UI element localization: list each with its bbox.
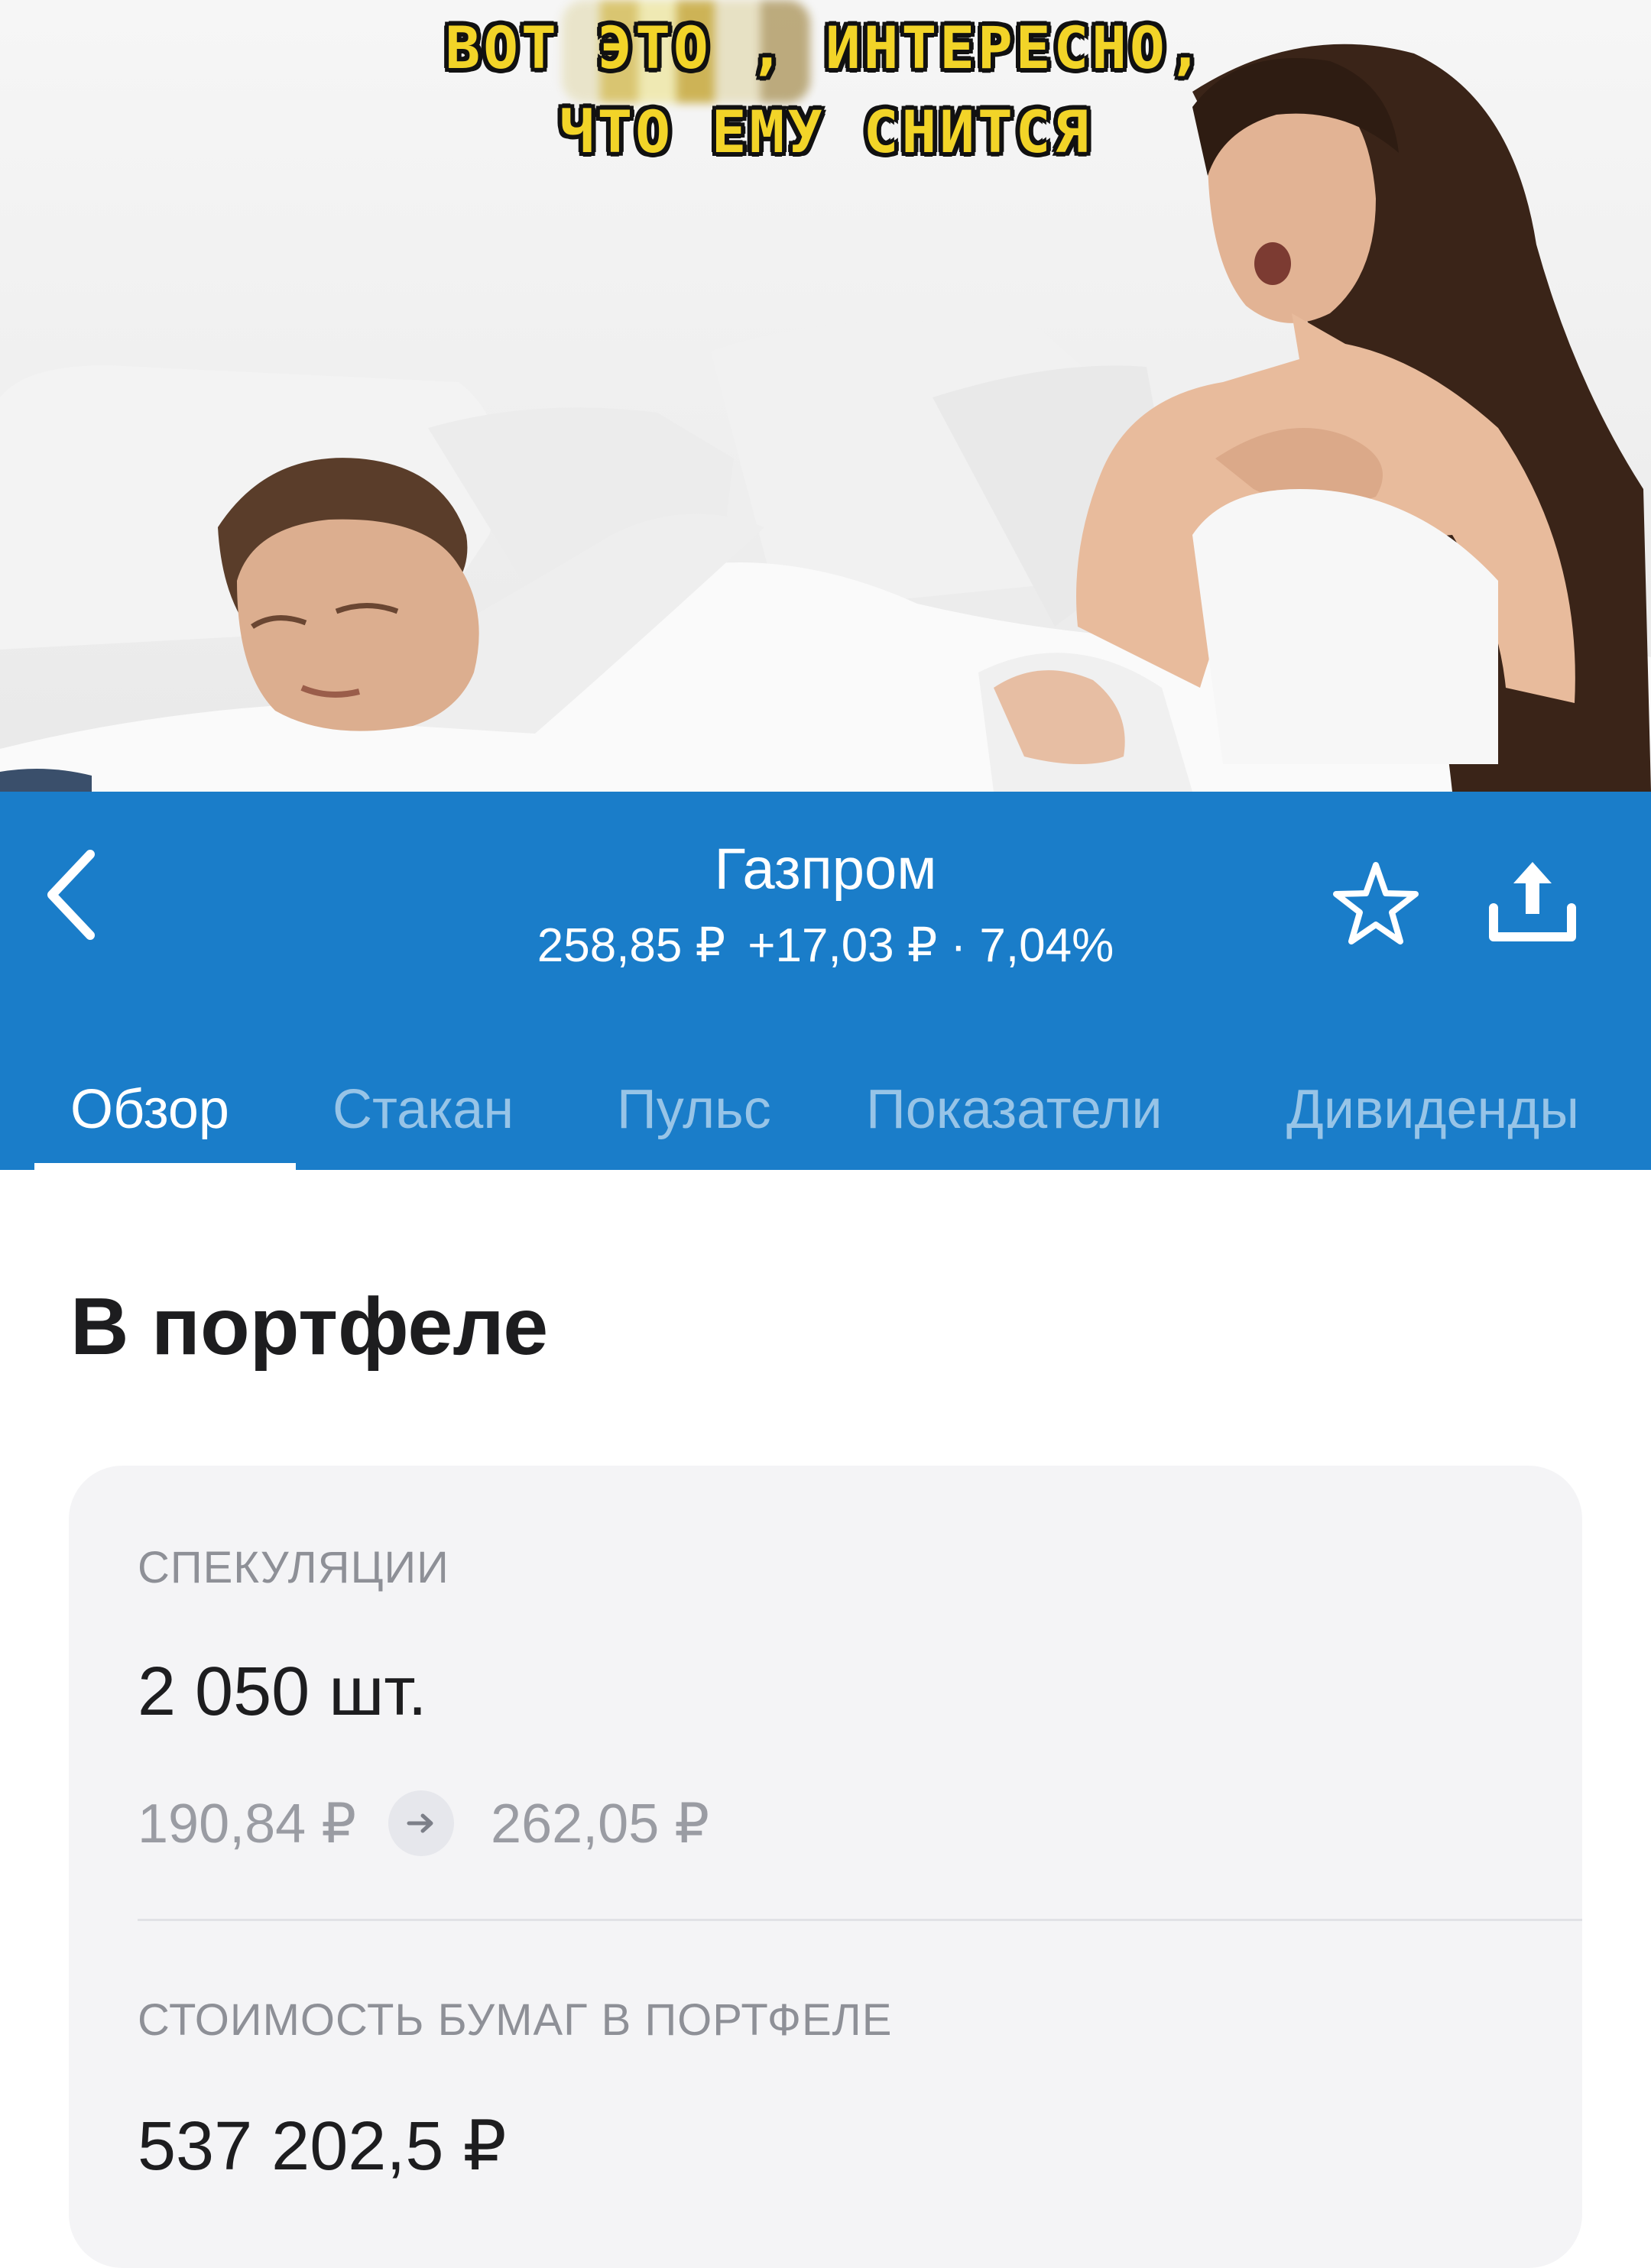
tab-overview[interactable]: Обзор (70, 1078, 229, 1141)
portfolio-section-title: В портфеле (70, 1281, 549, 1372)
tab-indicators[interactable]: Показатели (866, 1078, 1163, 1141)
tab-order-book[interactable]: Стакан (332, 1078, 514, 1141)
current-price: 258,85 ₽ (537, 919, 726, 972)
star-outline-icon (1333, 862, 1419, 944)
card-divider (138, 1919, 1582, 1921)
tab-pulse[interactable]: Пульс (617, 1078, 771, 1141)
speculation-label: СПЕКУЛЯЦИИ (138, 1543, 449, 1592)
meme-caption-line-1: ВОТ ЭТО , ИНТЕРЕСНО, (445, 14, 1206, 82)
portfolio-value-label: СТОИМОСТЬ БУМАГ В ПОРТФЕЛЕ (138, 1995, 893, 2045)
favorite-button[interactable] (1330, 859, 1422, 951)
meme-photo: ВОТ ЭТО , ИНТЕРЕСНО, ЧТО ЕМУ СНИТСЯ (0, 0, 1651, 792)
portfolio-value: 537 202,5 ₽ (138, 2108, 507, 2185)
tab-dividends[interactable]: Дивиденды (1286, 1078, 1579, 1141)
active-tab-indicator (34, 1163, 296, 1170)
meme-caption-line-2: ЧТО ЕМУ СНИТСЯ (559, 98, 1092, 166)
tab-bar: Обзор Стакан Пульс Показатели Дивиденды (0, 1044, 1651, 1170)
share-button[interactable] (1483, 851, 1582, 951)
stock-header: Газпром 258,85 ₽ +17,03 ₽ · 7,04% Обзор … (0, 792, 1651, 1170)
average-buy-price: 190,84 ₽ (138, 1793, 357, 1855)
arrow-right-icon (388, 1790, 455, 1856)
quantity-value: 2 050 шт. (138, 1654, 427, 1730)
share-upload-icon (1489, 862, 1576, 941)
price-change: +17,03 ₽ · 7,04% (748, 919, 1114, 972)
current-position-price: 262,05 ₽ (491, 1793, 710, 1855)
price-range-row: 190,84 ₽ 262,05 ₽ (138, 1790, 709, 1856)
portfolio-card: СПЕКУЛЯЦИИ 2 050 шт. 190,84 ₽ 262,05 ₽ С… (69, 1466, 1582, 2268)
